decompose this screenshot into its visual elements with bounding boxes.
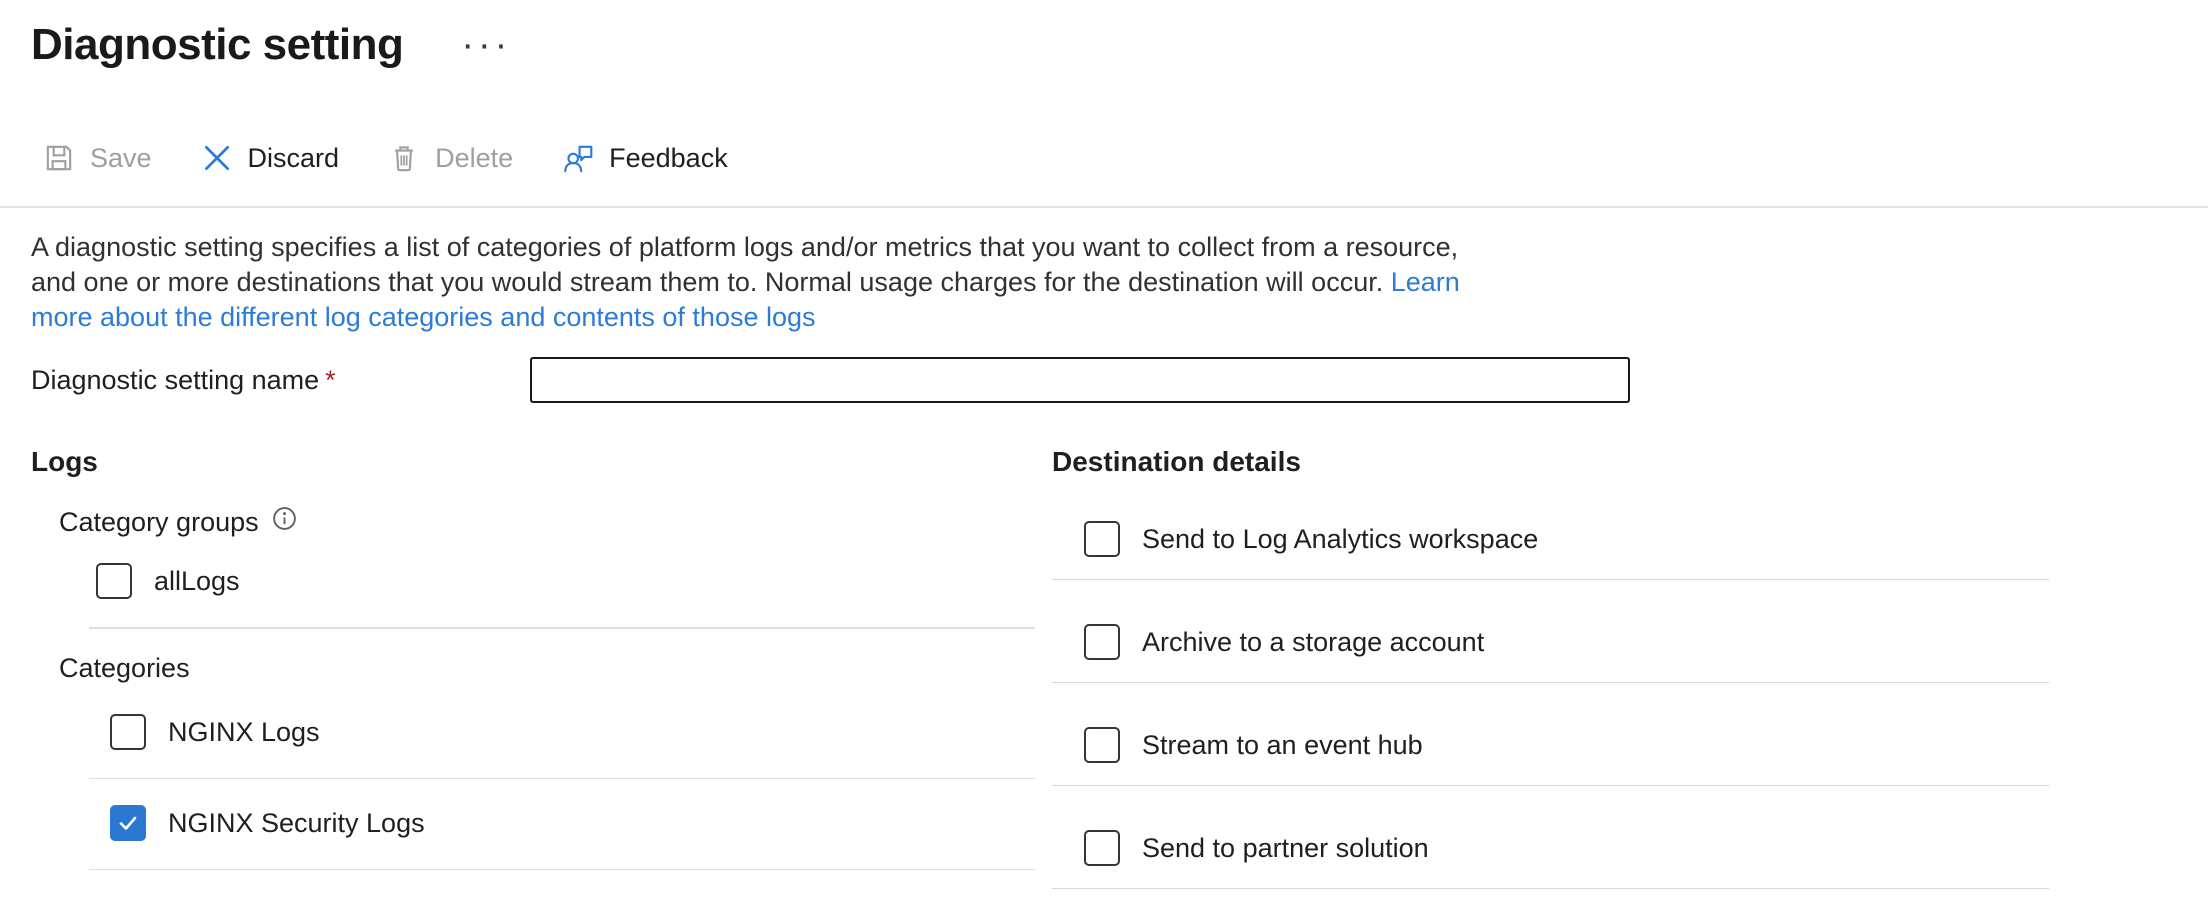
divider xyxy=(1052,785,2049,786)
diagnostic-setting-blade: Diagnostic setting ··· Save Discard xyxy=(0,0,2208,889)
checkbox-row-nginx-logs[interactable]: NGINX Logs xyxy=(110,714,1032,750)
discard-button[interactable]: Discard xyxy=(176,132,364,184)
nginx-logs-label: NGINX Logs xyxy=(168,717,320,748)
checkbox-row-alllogs[interactable]: allLogs xyxy=(96,563,1032,599)
storage-account-checkbox[interactable] xyxy=(1084,624,1120,660)
alllogs-checkbox[interactable] xyxy=(96,563,132,599)
divider xyxy=(1052,682,2049,683)
delete-button[interactable]: Delete xyxy=(363,132,537,184)
nginx-logs-checkbox[interactable] xyxy=(110,714,146,750)
alllogs-label: allLogs xyxy=(154,566,240,597)
name-field-row: Diagnostic setting name* xyxy=(31,357,2208,403)
save-label: Save xyxy=(90,143,152,174)
discard-label: Discard xyxy=(248,143,340,174)
trash-icon xyxy=(387,141,421,175)
name-field-label: Diagnostic setting name* xyxy=(31,365,530,396)
checkbox-row-storage-account[interactable]: Archive to a storage account xyxy=(1084,624,2062,660)
divider xyxy=(1052,579,2049,580)
nginx-security-logs-label: NGINX Security Logs xyxy=(168,808,425,839)
content-columns: Logs Category groups allLogs Categories xyxy=(31,447,2208,889)
checkbox-row-partner-solution[interactable]: Send to partner solution xyxy=(1084,830,2062,866)
log-analytics-label: Send to Log Analytics workspace xyxy=(1142,524,1538,555)
partner-solution-checkbox[interactable] xyxy=(1084,830,1120,866)
partner-solution-label: Send to partner solution xyxy=(1142,833,1429,864)
page-title: Diagnostic setting xyxy=(31,21,403,69)
divider xyxy=(89,778,1035,779)
event-hub-label: Stream to an event hub xyxy=(1142,730,1423,761)
learn-more-link[interactable]: Learn xyxy=(1391,267,1460,297)
divider xyxy=(1052,888,2049,889)
checkbox-row-event-hub[interactable]: Stream to an event hub xyxy=(1084,727,2062,763)
description-line1: A diagnostic setting specifies a list of… xyxy=(31,232,1458,262)
divider xyxy=(89,869,1035,870)
diagnostic-setting-name-input[interactable] xyxy=(530,357,1630,403)
toolbar-divider xyxy=(0,206,2208,208)
info-icon[interactable] xyxy=(271,505,298,539)
header: Diagnostic setting ··· xyxy=(31,14,2208,76)
required-asterisk: * xyxy=(325,365,336,395)
logs-section: Logs Category groups allLogs Categories xyxy=(31,447,1032,889)
command-bar: Save Discard Delete xyxy=(31,132,2208,184)
categories-label: Categories xyxy=(59,653,1032,684)
destination-details-section: Destination details Send to Log Analytic… xyxy=(1052,447,2062,889)
storage-account-label: Archive to a storage account xyxy=(1142,627,1484,658)
event-hub-checkbox[interactable] xyxy=(1084,727,1120,763)
feedback-label: Feedback xyxy=(609,143,728,174)
more-options-icon[interactable]: ··· xyxy=(461,35,511,55)
description: A diagnostic setting specifies a list of… xyxy=(31,230,2208,335)
checkbox-row-nginx-security-logs[interactable]: NGINX Security Logs xyxy=(110,805,1032,841)
save-icon xyxy=(42,141,76,175)
logs-heading: Logs xyxy=(31,447,1032,477)
learn-more-link-continued[interactable]: more about the different log categories … xyxy=(31,302,816,332)
feedback-button[interactable]: Feedback xyxy=(537,132,752,184)
save-button[interactable]: Save xyxy=(31,132,176,184)
divider xyxy=(89,627,1035,629)
description-line2: and one or more destinations that you wo… xyxy=(31,267,1383,297)
feedback-icon xyxy=(561,141,595,175)
category-groups-label-row: Category groups xyxy=(59,505,1032,539)
nginx-security-logs-checkbox[interactable] xyxy=(110,805,146,841)
destination-details-heading: Destination details xyxy=(1052,447,2062,477)
discard-x-icon xyxy=(200,141,234,175)
delete-label: Delete xyxy=(435,143,513,174)
checkbox-row-log-analytics[interactable]: Send to Log Analytics workspace xyxy=(1084,521,2062,557)
log-analytics-checkbox[interactable] xyxy=(1084,521,1120,557)
